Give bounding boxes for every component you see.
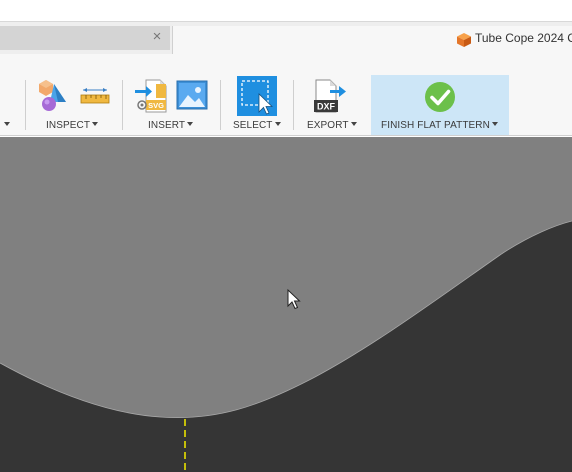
toolbar-separator xyxy=(220,80,221,130)
chevron-down-icon xyxy=(350,122,357,126)
chevron-down-icon xyxy=(92,122,99,126)
select-dropdown[interactable]: SELECT xyxy=(233,120,281,131)
measure-ruler-icon[interactable] xyxy=(80,86,110,106)
export-dxf-icon[interactable]: DXF xyxy=(312,78,348,114)
tab-inactive[interactable]: × xyxy=(0,26,170,50)
finish-flat-pattern-label: FINISH FLAT PATTERN xyxy=(381,120,490,131)
canvas-viewport[interactable] xyxy=(0,137,572,472)
inspect-group: INSPECT xyxy=(30,54,120,135)
inspect-dropdown[interactable]: INSPECT xyxy=(46,120,99,131)
export-group: DXF EXPORT xyxy=(300,54,366,135)
document-title: Tube Cope 2024 C xyxy=(475,31,572,45)
toolbar-separator xyxy=(25,80,26,130)
green-check-icon xyxy=(425,82,455,112)
document-tab-bar: × Tube Cope 2024 C xyxy=(0,21,572,55)
orange-cube-icon xyxy=(457,33,471,47)
finish-flat-pattern-dropdown[interactable]: FINISH FLAT PATTERN xyxy=(381,120,498,131)
insert-label: INSERT xyxy=(148,120,186,131)
select-label: SELECT xyxy=(233,120,273,131)
chevron-down-icon xyxy=(187,122,194,126)
chevron-down-icon xyxy=(491,122,498,126)
toolbar-separator xyxy=(293,80,294,130)
chevron-down-icon xyxy=(274,122,281,126)
inspect-shapes-icon[interactable] xyxy=(36,80,70,112)
ribbon-toolbar: INSPECT SVG INSERT SELECT DXF EXPORT FIN… xyxy=(0,54,572,136)
title-strip xyxy=(0,0,572,21)
tab-active[interactable]: Tube Cope 2024 C xyxy=(172,26,572,55)
close-tab-icon[interactable]: × xyxy=(150,28,164,46)
select-group: SELECT xyxy=(226,54,290,135)
export-label: EXPORT xyxy=(307,120,349,131)
insert-dropdown[interactable]: INSERT xyxy=(148,120,194,131)
dxf-file-text: DXF xyxy=(317,102,336,112)
insert-image-icon[interactable] xyxy=(176,80,208,110)
export-dropdown[interactable]: EXPORT xyxy=(307,120,357,131)
toolbar-separator xyxy=(122,80,123,130)
insert-group: SVG INSERT xyxy=(128,54,216,135)
inspect-label: INSPECT xyxy=(46,120,91,131)
svg-file-text: SVG xyxy=(148,101,164,110)
finish-flat-pattern-button[interactable]: FINISH FLAT PATTERN xyxy=(371,75,509,135)
partial-group-caret[interactable] xyxy=(2,120,10,131)
insert-svg-icon[interactable]: SVG xyxy=(134,78,168,114)
select-cursor-icon[interactable] xyxy=(237,76,277,116)
